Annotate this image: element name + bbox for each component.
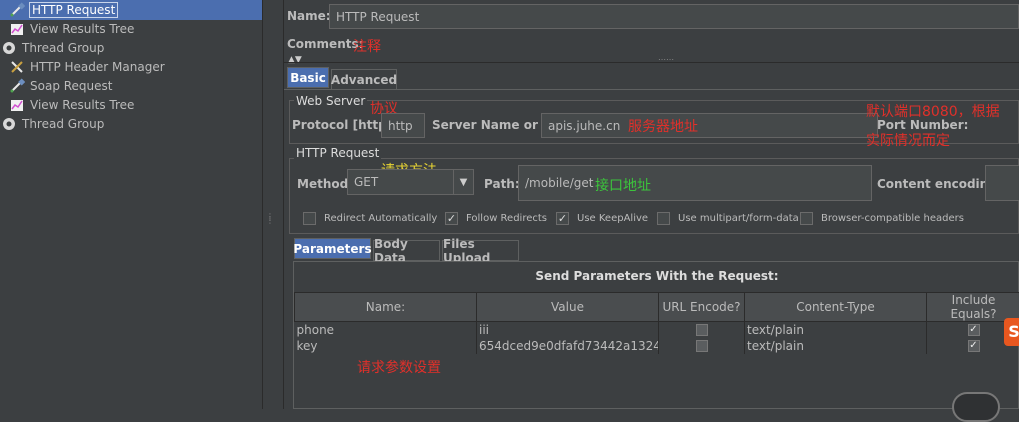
tab-divider — [284, 89, 1019, 90]
parameters-table: Name: Value URL Encode? Content-Type Inc… — [294, 292, 1019, 354]
checkbox-box[interactable] — [696, 324, 708, 336]
method-label: Method: — [297, 177, 353, 191]
checkmark-icon[interactable]: ✓ — [556, 212, 569, 225]
encoding-field[interactable] — [985, 165, 1019, 201]
column-header[interactable]: URL Encode? — [659, 293, 745, 322]
tree-item-label: HTTP Header Manager — [30, 60, 165, 74]
panel-splitter[interactable] — [262, 0, 284, 409]
checkbox-box[interactable] — [800, 212, 813, 225]
gear-icon — [0, 115, 18, 133]
tree-item-thread-group-2[interactable]: Thread Group — [0, 114, 104, 133]
tab-files-upload[interactable]: Files Upload — [442, 240, 519, 261]
test-plan-tree: HTTP Request View Results Tree Thread Gr… — [0, 0, 262, 409]
method-value: GET — [354, 175, 453, 189]
chevron-down-icon[interactable]: ▼ — [453, 170, 473, 194]
ime-icon[interactable]: S — [1004, 318, 1019, 346]
comments-label: Comments: — [287, 37, 363, 51]
comments-annotation: 注释 — [353, 36, 381, 56]
checkmark-icon[interactable]: ✓ — [968, 324, 980, 336]
pipette-icon — [8, 77, 26, 95]
path-field[interactable]: /mobile/get — [518, 165, 872, 201]
gear-icon — [0, 39, 18, 57]
column-header[interactable]: Value — [477, 293, 659, 322]
server-field[interactable]: apis.juhe.cn — [541, 113, 878, 138]
pipette-icon — [8, 1, 26, 19]
web-server-title: Web Server — [294, 94, 367, 108]
name-label: Name: — [287, 9, 331, 23]
checkmark-icon[interactable]: ✓ — [968, 340, 980, 352]
method-select[interactable]: GET ▼ — [347, 169, 474, 195]
parameters-title: Send Parameters With the Request: — [294, 269, 1019, 283]
table-row[interactable]: phone iii text/plain ✓ — [295, 322, 1019, 338]
tools-icon — [8, 58, 26, 76]
checkbox-label: Browser-compatible headers — [821, 213, 964, 224]
tree-item-soap-request[interactable]: Soap Request — [8, 76, 113, 95]
param-name[interactable]: phone — [295, 322, 477, 338]
tree-item-thread-group[interactable]: Thread Group — [0, 38, 104, 57]
results-tree-icon — [8, 20, 26, 38]
server-annotation: 服务器地址 — [628, 116, 698, 136]
content-type[interactable]: text/plain — [745, 338, 927, 354]
tab-parameters[interactable]: Parameters — [294, 238, 371, 259]
splitter-grip-icon[interactable]: ⋮⋮ — [266, 215, 272, 231]
port-annotation-line1: 默认端口8080，根据 — [866, 101, 1000, 121]
name-field[interactable]: HTTP Request — [329, 4, 1019, 29]
path-annotation: 接口地址 — [595, 175, 651, 195]
protocol-field[interactable]: http — [381, 113, 425, 138]
param-value[interactable]: iii — [477, 322, 659, 338]
column-header[interactable]: Name: — [295, 293, 477, 322]
checkbox-label: Follow Redirects — [466, 213, 547, 224]
tree-item-label: Soap Request — [30, 79, 113, 93]
url-encode-cell[interactable] — [659, 338, 745, 354]
tree-item-label: Thread Group — [22, 117, 104, 131]
redirect-automatically-checkbox[interactable]: Redirect Automatically — [303, 212, 437, 225]
path-label: Path: — [484, 177, 520, 191]
floating-widget-icon[interactable] — [952, 392, 1000, 422]
tree-item-label: View Results Tree — [30, 98, 134, 112]
column-header[interactable]: Include Equals? — [927, 293, 1019, 322]
use-keepalive-checkbox[interactable]: ✓ Use KeepAlive — [556, 212, 648, 225]
http-request-panel: Name: HTTP Request Comments: 注释 ▲▼ ⋯⋯ Ba… — [284, 0, 1019, 409]
divider — [284, 62, 1019, 63]
browser-compatible-checkbox[interactable]: Browser-compatible headers — [800, 212, 964, 225]
collapse-arrows-icon[interactable]: ▲▼ — [288, 55, 302, 65]
encoding-label: Content encoding: — [877, 177, 1002, 191]
use-multipart-checkbox[interactable]: Use multipart/form-data — [657, 212, 799, 225]
tree-item-view-results-tree-2[interactable]: View Results Tree — [8, 95, 134, 114]
tree-item-http-request[interactable]: HTTP Request — [8, 0, 117, 19]
checkbox-label: Use multipart/form-data — [678, 213, 799, 224]
param-name[interactable]: key — [295, 338, 477, 354]
checkbox-box[interactable] — [696, 340, 708, 352]
tab-advanced[interactable]: Advanced — [331, 69, 397, 90]
tree-item-label: Thread Group — [22, 41, 104, 55]
server-value: apis.juhe.cn — [548, 119, 620, 133]
tree-item-label: HTTP Request — [30, 3, 117, 17]
column-header[interactable]: Content-Type — [745, 293, 927, 322]
tab-basic[interactable]: Basic — [287, 67, 329, 88]
checkbox-label: Use KeepAlive — [577, 213, 648, 224]
checkbox-label: Redirect Automatically — [324, 213, 437, 224]
follow-redirects-checkbox[interactable]: ✓ Follow Redirects — [445, 212, 547, 225]
url-encode-cell[interactable] — [659, 322, 745, 338]
param-value[interactable]: 654dced9e0dfafd73442a1324... — [477, 338, 659, 354]
params-annotation: 请求参数设置 — [357, 357, 441, 377]
path-value: /mobile/get — [525, 176, 594, 190]
checkbox-box[interactable] — [657, 212, 670, 225]
content-type[interactable]: text/plain — [745, 322, 927, 338]
checkmark-icon[interactable]: ✓ — [445, 212, 458, 225]
port-annotation-line2: 实际情况而定 — [866, 130, 950, 150]
table-row[interactable]: key 654dced9e0dfafd73442a1324... text/pl… — [295, 338, 1019, 354]
results-tree-icon — [8, 96, 26, 114]
tree-item-http-header-manager[interactable]: HTTP Header Manager — [8, 57, 165, 76]
tree-item-view-results-tree[interactable]: View Results Tree — [8, 19, 134, 38]
tab-body-data[interactable]: Body Data — [373, 240, 440, 261]
parameters-panel: Send Parameters With the Request: Name: … — [293, 261, 1019, 409]
checkbox-box[interactable] — [303, 212, 316, 225]
http-request-title: HTTP Request — [294, 146, 381, 160]
tree-item-label: View Results Tree — [30, 22, 134, 36]
